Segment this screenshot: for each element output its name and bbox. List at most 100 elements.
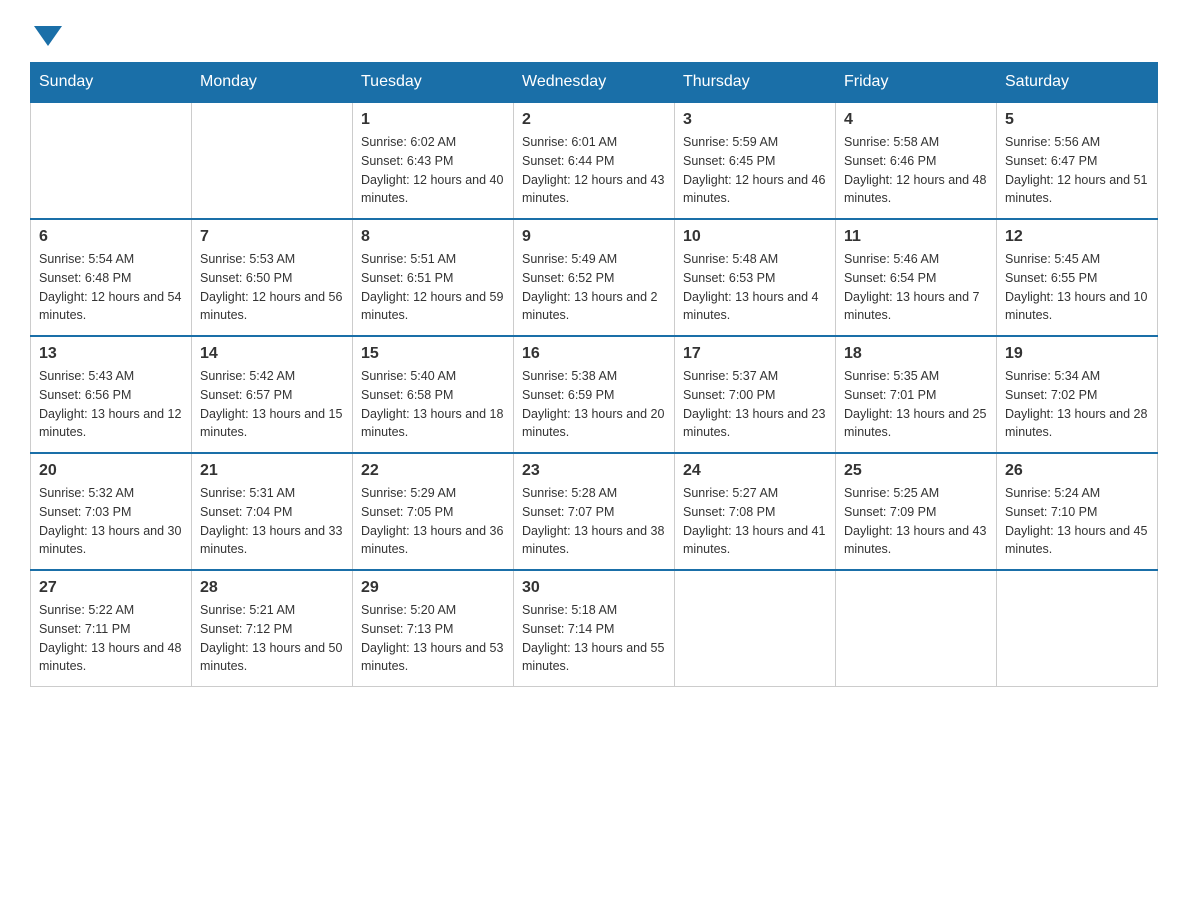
- day-info: Sunrise: 5:59 AMSunset: 6:45 PMDaylight:…: [683, 133, 827, 208]
- calendar-header-row: SundayMondayTuesdayWednesdayThursdayFrid…: [31, 63, 1158, 103]
- day-info: Sunrise: 5:58 AMSunset: 6:46 PMDaylight:…: [844, 133, 988, 208]
- sunrise-text: Sunrise: 5:43 AM: [39, 367, 183, 386]
- day-number: 24: [683, 462, 827, 480]
- calendar-cell: 5Sunrise: 5:56 AMSunset: 6:47 PMDaylight…: [997, 102, 1158, 219]
- calendar-cell: 20Sunrise: 5:32 AMSunset: 7:03 PMDayligh…: [31, 453, 192, 570]
- weekday-header-wednesday: Wednesday: [514, 63, 675, 103]
- sunset-text: Sunset: 6:58 PM: [361, 386, 505, 405]
- day-info: Sunrise: 5:20 AMSunset: 7:13 PMDaylight:…: [361, 601, 505, 676]
- day-number: 8: [361, 228, 505, 246]
- sunrise-text: Sunrise: 5:40 AM: [361, 367, 505, 386]
- sunrise-text: Sunrise: 5:22 AM: [39, 601, 183, 620]
- daylight-text: Daylight: 12 hours and 48 minutes.: [844, 171, 988, 209]
- daylight-text: Daylight: 12 hours and 56 minutes.: [200, 288, 344, 326]
- calendar-cell: 3 Sunrise: 5:59 AMSunset: 6:45 PMDaylight…: [675, 102, 836, 219]
- day-info: Sunrise: 5:27 AMSunset: 7:08 PMDaylight:…: [683, 484, 827, 559]
- calendar-cell: 8 Sunrise: 5:51 AMSunset: 6:51 PMDaylight…: [353, 219, 514, 336]
- daylight-text: Daylight: 13 hours and 38 minutes.: [522, 522, 666, 560]
- sunset-text: Sunset: 6:59 PM: [522, 386, 666, 405]
- day-info: Sunrise: 5:34 AMSunset: 7:02 PMDaylight:…: [1005, 367, 1149, 442]
- day-info: Sunrise: 5:29 AMSunset: 7:05 PMDaylight:…: [361, 484, 505, 559]
- calendar-cell: 21Sunrise: 5:31 AMSunset: 7:04 PMDayligh…: [192, 453, 353, 570]
- daylight-text: Daylight: 13 hours and 2 minutes.: [522, 288, 666, 326]
- sunset-text: Sunset: 6:54 PM: [844, 269, 988, 288]
- daylight-text: Daylight: 12 hours and 54 minutes.: [39, 288, 183, 326]
- sunset-text: Sunset: 6:55 PM: [1005, 269, 1149, 288]
- day-info: Sunrise: 5:25 AMSunset: 7:09 PMDaylight:…: [844, 484, 988, 559]
- day-info: Sunrise: 5:18 AMSunset: 7:14 PMDaylight:…: [522, 601, 666, 676]
- calendar-cell: 29 Sunrise: 5:20 AMSunset: 7:13 PMDayligh…: [353, 570, 514, 687]
- sunset-text: Sunset: 6:48 PM: [39, 269, 183, 288]
- calendar-cell: 15Sunrise: 5:40 AMSunset: 6:58 PMDayligh…: [353, 336, 514, 453]
- day-number: 4: [844, 111, 988, 129]
- sunrise-text: Sunrise: 5:27 AM: [683, 484, 827, 503]
- sunrise-text: Sunrise: 5:31 AM: [200, 484, 344, 503]
- calendar-cell: 4 Sunrise: 5:58 AMSunset: 6:46 PMDaylight…: [836, 102, 997, 219]
- day-info: Sunrise: 5:21 AMSunset: 7:12 PMDaylight:…: [200, 601, 344, 676]
- calendar-cell: 30Sunrise: 5:18 AMSunset: 7:14 PMDayligh…: [514, 570, 675, 687]
- daylight-text: Daylight: 13 hours and 50 minutes.: [200, 639, 344, 677]
- day-info: Sunrise: 5:53 AMSunset: 6:50 PMDaylight:…: [200, 250, 344, 325]
- sunrise-text: Sunrise: 5:54 AM: [39, 250, 183, 269]
- day-info: Sunrise: 5:40 AMSunset: 6:58 PMDaylight:…: [361, 367, 505, 442]
- day-info: Sunrise: 5:22 AMSunset: 7:11 PMDaylight:…: [39, 601, 183, 676]
- day-info: Sunrise: 5:48 AMSunset: 6:53 PMDaylight:…: [683, 250, 827, 325]
- sunrise-text: Sunrise: 5:21 AM: [200, 601, 344, 620]
- calendar-cell: [31, 102, 192, 219]
- sunrise-text: Sunrise: 5:34 AM: [1005, 367, 1149, 386]
- day-info: Sunrise: 5:28 AMSunset: 7:07 PMDaylight:…: [522, 484, 666, 559]
- weekday-header-monday: Monday: [192, 63, 353, 103]
- sunrise-text: Sunrise: 5:46 AM: [844, 250, 988, 269]
- day-info: Sunrise: 5:38 AMSunset: 6:59 PMDaylight:…: [522, 367, 666, 442]
- sunrise-text: Sunrise: 5:24 AM: [1005, 484, 1149, 503]
- sunrise-text: Sunrise: 5:42 AM: [200, 367, 344, 386]
- weekday-header-friday: Friday: [836, 63, 997, 103]
- sunrise-text: Sunrise: 5:32 AM: [39, 484, 183, 503]
- calendar-week-row: 1Sunrise: 6:02 AMSunset: 6:43 PMDaylight…: [31, 102, 1158, 219]
- day-info: Sunrise: 6:02 AMSunset: 6:43 PMDaylight:…: [361, 133, 505, 208]
- calendar-cell: [675, 570, 836, 687]
- sunrise-text: Sunrise: 6:01 AM: [522, 133, 666, 152]
- calendar-cell: 9Sunrise: 5:49 AMSunset: 6:52 PMDaylight…: [514, 219, 675, 336]
- sunset-text: Sunset: 7:08 PM: [683, 503, 827, 522]
- day-info: Sunrise: 5:51 AMSunset: 6:51 PMDaylight:…: [361, 250, 505, 325]
- day-number: 27: [39, 579, 183, 597]
- weekday-header-saturday: Saturday: [997, 63, 1158, 103]
- calendar-cell: 7 Sunrise: 5:53 AMSunset: 6:50 PMDaylight…: [192, 219, 353, 336]
- sunset-text: Sunset: 7:04 PM: [200, 503, 344, 522]
- day-number: 16: [522, 345, 666, 363]
- sunset-text: Sunset: 7:13 PM: [361, 620, 505, 639]
- daylight-text: Daylight: 13 hours and 41 minutes.: [683, 522, 827, 560]
- daylight-text: Daylight: 13 hours and 36 minutes.: [361, 522, 505, 560]
- calendar-cell: 2Sunrise: 6:01 AMSunset: 6:44 PMDaylight…: [514, 102, 675, 219]
- daylight-text: Daylight: 13 hours and 25 minutes.: [844, 405, 988, 443]
- sunrise-text: Sunrise: 5:38 AM: [522, 367, 666, 386]
- sunset-text: Sunset: 6:57 PM: [200, 386, 344, 405]
- daylight-text: Daylight: 12 hours and 51 minutes.: [1005, 171, 1149, 209]
- daylight-text: Daylight: 13 hours and 33 minutes.: [200, 522, 344, 560]
- sunset-text: Sunset: 7:14 PM: [522, 620, 666, 639]
- logo-triangle-icon: [34, 26, 62, 46]
- day-number: 3: [683, 111, 827, 129]
- sunset-text: Sunset: 7:12 PM: [200, 620, 344, 639]
- daylight-text: Daylight: 13 hours and 15 minutes.: [200, 405, 344, 443]
- day-info: Sunrise: 5:24 AMSunset: 7:10 PMDaylight:…: [1005, 484, 1149, 559]
- sunset-text: Sunset: 6:51 PM: [361, 269, 505, 288]
- page-header: [30, 20, 1158, 42]
- day-info: Sunrise: 5:43 AMSunset: 6:56 PMDaylight:…: [39, 367, 183, 442]
- sunset-text: Sunset: 7:02 PM: [1005, 386, 1149, 405]
- day-number: 2: [522, 111, 666, 129]
- calendar-cell: 28Sunrise: 5:21 AMSunset: 7:12 PMDayligh…: [192, 570, 353, 687]
- daylight-text: Daylight: 13 hours and 4 minutes.: [683, 288, 827, 326]
- daylight-text: Daylight: 13 hours and 53 minutes.: [361, 639, 505, 677]
- weekday-header-thursday: Thursday: [675, 63, 836, 103]
- day-number: 5: [1005, 111, 1149, 129]
- calendar-cell: 10Sunrise: 5:48 AMSunset: 6:53 PMDayligh…: [675, 219, 836, 336]
- calendar-week-row: 27 Sunrise: 5:22 AMSunset: 7:11 PMDayligh…: [31, 570, 1158, 687]
- day-number: 7: [200, 228, 344, 246]
- calendar-cell: 22Sunrise: 5:29 AMSunset: 7:05 PMDayligh…: [353, 453, 514, 570]
- day-number: 29: [361, 579, 505, 597]
- daylight-text: Daylight: 13 hours and 18 minutes.: [361, 405, 505, 443]
- day-info: Sunrise: 5:42 AMSunset: 6:57 PMDaylight:…: [200, 367, 344, 442]
- sunrise-text: Sunrise: 5:18 AM: [522, 601, 666, 620]
